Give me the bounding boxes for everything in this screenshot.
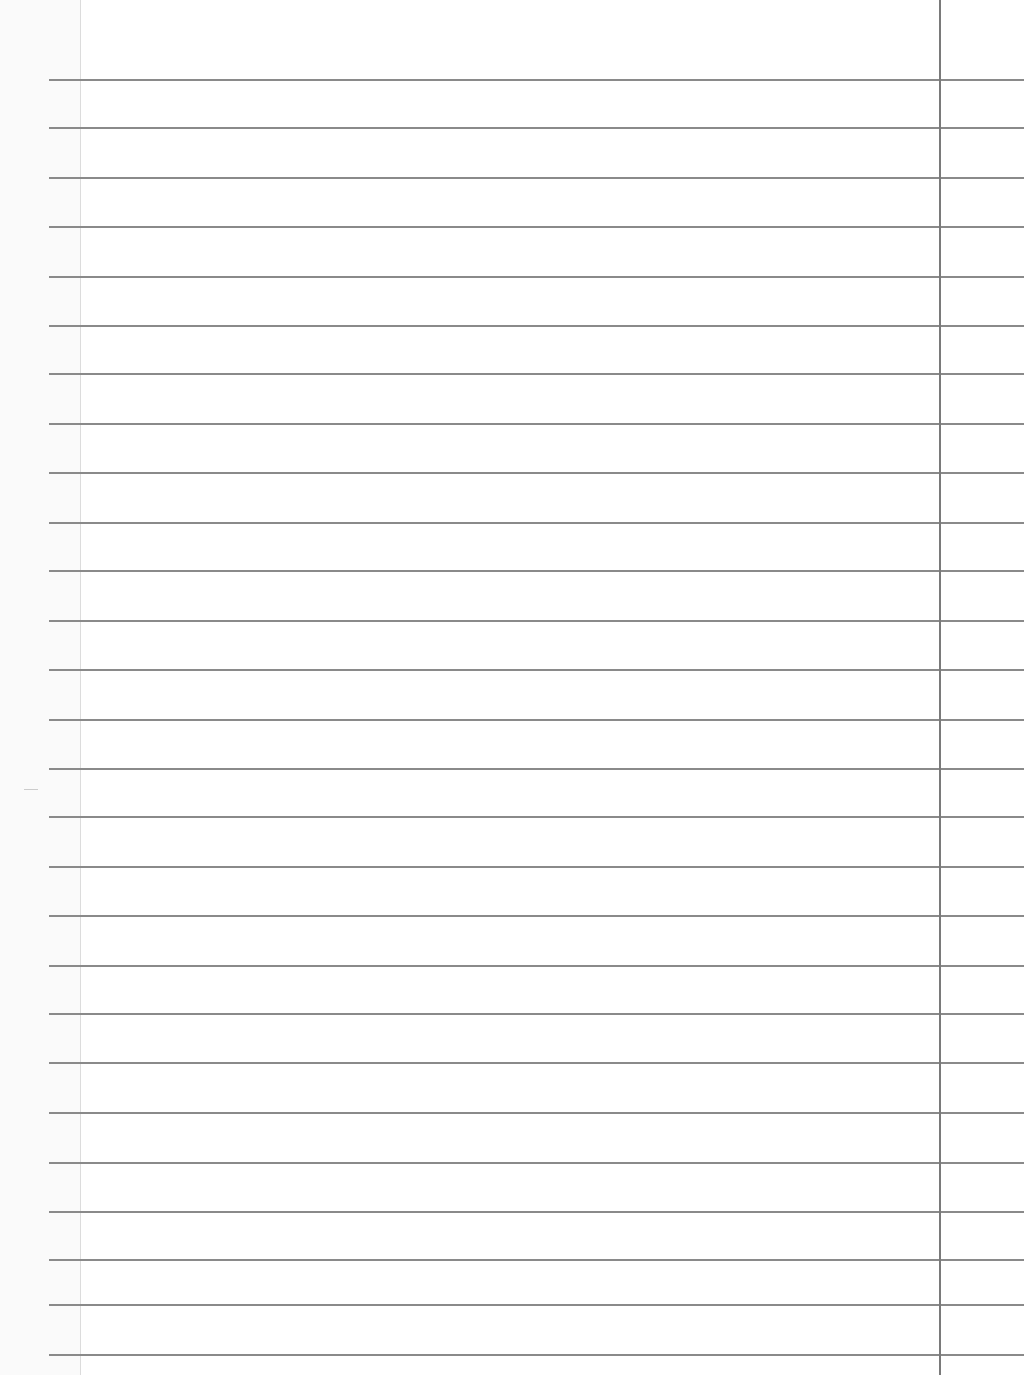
stray-mark xyxy=(24,789,38,790)
left-gutter xyxy=(0,0,80,1375)
ruled-line xyxy=(49,965,1024,967)
ruled-line xyxy=(49,423,1024,425)
ruled-line xyxy=(49,1259,1024,1261)
ruled-line xyxy=(49,1162,1024,1164)
ruled-line xyxy=(49,522,1024,524)
ruled-line xyxy=(49,1013,1024,1015)
ruled-line xyxy=(49,1211,1024,1213)
ruled-line xyxy=(49,1304,1024,1306)
lined-paper-sheet xyxy=(0,0,1024,1375)
ruled-line xyxy=(49,1112,1024,1114)
ruled-line xyxy=(49,816,1024,818)
ruled-line xyxy=(49,1062,1024,1064)
ruled-line xyxy=(49,620,1024,622)
ruled-line xyxy=(49,719,1024,721)
ruled-line xyxy=(49,325,1024,327)
ruled-line xyxy=(49,226,1024,228)
ruled-line xyxy=(49,768,1024,770)
ruled-line xyxy=(49,127,1024,129)
ruled-line xyxy=(49,276,1024,278)
ruled-line xyxy=(49,472,1024,474)
right-margin-line xyxy=(939,0,941,1375)
ruled-line xyxy=(49,669,1024,671)
ruled-line xyxy=(49,915,1024,917)
ruled-line xyxy=(49,79,1024,81)
left-margin-line xyxy=(80,0,81,1375)
ruled-line xyxy=(49,570,1024,572)
ruled-line xyxy=(49,373,1024,375)
ruled-line xyxy=(49,866,1024,868)
ruled-line xyxy=(49,177,1024,179)
ruled-line xyxy=(49,1354,1024,1356)
